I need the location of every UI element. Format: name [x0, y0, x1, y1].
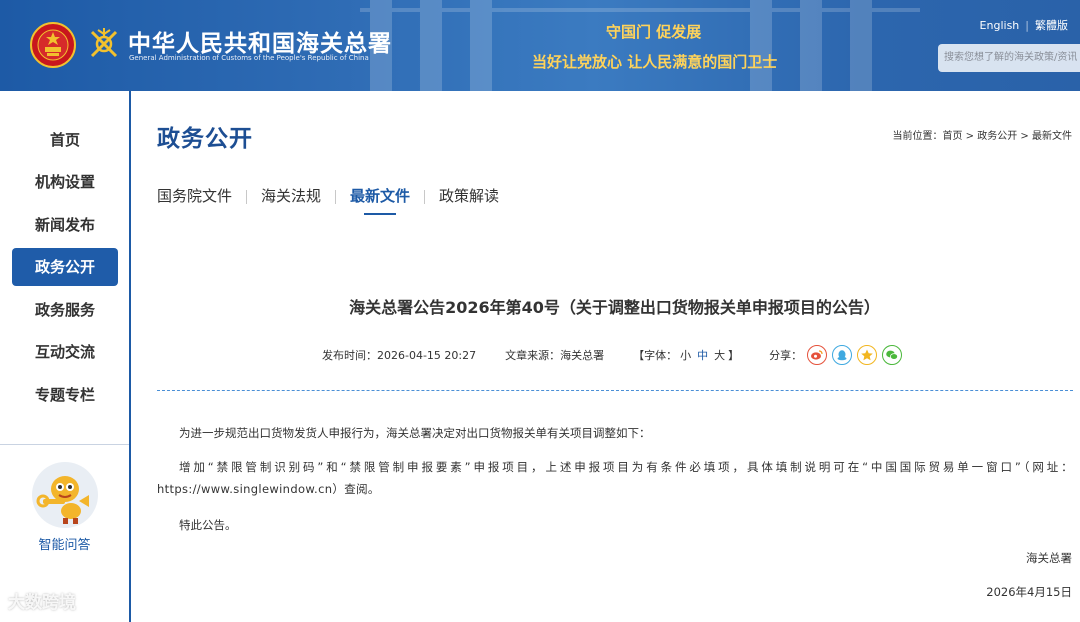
- font-medium-button[interactable]: 中: [697, 349, 708, 362]
- breadcrumb-home[interactable]: 首页: [943, 131, 963, 142]
- breadcrumb-separator: >: [1017, 131, 1032, 142]
- ai-assistant-mascot-icon[interactable]: [31, 461, 99, 529]
- tab-latest-documents[interactable]: 最新文件: [350, 183, 410, 215]
- sidebar-item-services[interactable]: 政务服务: [12, 291, 118, 329]
- building-backdrop: [360, 0, 920, 91]
- sidebar-item-interaction[interactable]: 互动交流: [12, 333, 118, 371]
- article-paragraph-2: 增加“禁限管制识别码”和“禁限管制申报要素”申报项目，上述申报项目为有条件必填项…: [157, 460, 1073, 496]
- sidebar-item-special-topics[interactable]: 专题专栏: [12, 376, 118, 414]
- publish-time-label: 发布时间：: [322, 349, 377, 362]
- tab-policy-interpretation[interactable]: 政策解读: [439, 183, 499, 215]
- article-source: 海关总署: [560, 349, 605, 362]
- font-large-button[interactable]: 大: [714, 349, 725, 362]
- category-tabs: 国务院文件 海关法规 最新文件 政策解读: [157, 183, 499, 215]
- font-label-close: 】: [728, 349, 740, 362]
- article-title: 海关总署公告2026年第40号（关于调整出口货物报关单申报项目的公告）: [349, 298, 880, 317]
- org-name-cn: 中华人民共和国海关总署: [128, 30, 392, 57]
- publish-time: 2026-04-15 20:27: [377, 348, 477, 362]
- breadcrumb: 当前位置：首页 > 政务公开 > 最新文件: [893, 127, 1073, 142]
- article-sign-date: 2026年4月15日: [986, 585, 1072, 599]
- font-size-control: 【字体：小中大】: [633, 347, 739, 363]
- org-name-en: General Administration of Customs of the…: [129, 54, 369, 62]
- article-divider: [157, 390, 1073, 391]
- site-header: 中华人民共和国海关总署 General Administration of Cu…: [0, 0, 1080, 91]
- slogan-line-1: 守国门 促发展: [606, 23, 702, 41]
- tab-divider: [246, 190, 248, 204]
- share-label: 分享：: [769, 349, 803, 362]
- sidebar-nav: 首页 机构设置 新闻发布 政务公开 政务服务 互动交流 专题专栏 智能问答 大数…: [0, 91, 131, 622]
- qzone-icon[interactable]: [857, 345, 878, 365]
- sidebar-item-news[interactable]: 新闻发布: [12, 206, 118, 244]
- font-label-open: 【字体：: [633, 349, 678, 362]
- search-input[interactable]: 搜索您想了解的海关政策/资讯: [938, 44, 1080, 72]
- english-link[interactable]: English: [980, 19, 1020, 32]
- language-switcher: English | 繁體版: [980, 17, 1068, 33]
- source-label: 文章来源：: [505, 349, 561, 362]
- font-small-button[interactable]: 小: [680, 349, 691, 362]
- tab-divider: [424, 190, 426, 204]
- sidebar-item-organization[interactable]: 机构设置: [12, 163, 118, 201]
- article-signature: 海关总署: [1026, 551, 1072, 565]
- breadcrumb-government-affairs[interactable]: 政务公开: [977, 131, 1017, 142]
- watermark-text: 大数跨境: [8, 593, 76, 613]
- breadcrumb-prefix: 当前位置：: [892, 131, 943, 142]
- breadcrumb-separator: >: [962, 131, 978, 142]
- traditional-chinese-link[interactable]: 繁體版: [1035, 17, 1068, 33]
- weibo-icon[interactable]: [807, 345, 828, 365]
- lang-divider: |: [1025, 18, 1029, 32]
- article-paragraph-1: 为进一步规范出口货物发货人申报行为，海关总署决定对出口货物报关单有关项目调整如下…: [179, 426, 651, 440]
- tab-divider: [335, 190, 337, 204]
- qq-icon[interactable]: [832, 345, 853, 365]
- article-paragraph-3: 特此公告。: [179, 518, 237, 532]
- sidebar-item-home[interactable]: 首页: [12, 121, 118, 159]
- page-title: 政务公开: [157, 125, 253, 152]
- slogan-line-2: 当好让党放心 让人民满意的国门卫士: [532, 53, 778, 71]
- customs-logo-icon: [90, 28, 118, 58]
- wechat-icon[interactable]: [882, 345, 903, 365]
- sidebar-item-government-affairs[interactable]: 政务公开: [12, 248, 118, 286]
- sidebar-divider: [0, 444, 129, 445]
- tab-state-council-docs[interactable]: 国务院文件: [157, 183, 232, 215]
- ai-qa-link[interactable]: 智能问答: [0, 534, 129, 553]
- tab-customs-regulations[interactable]: 海关法规: [261, 183, 321, 215]
- national-emblem-icon: [30, 22, 76, 68]
- breadcrumb-current[interactable]: 最新文件: [1032, 131, 1072, 142]
- article-meta: 发布时间： 2026-04-15 20:27 文章来源： 海关总署 【字体：小中…: [322, 345, 903, 365]
